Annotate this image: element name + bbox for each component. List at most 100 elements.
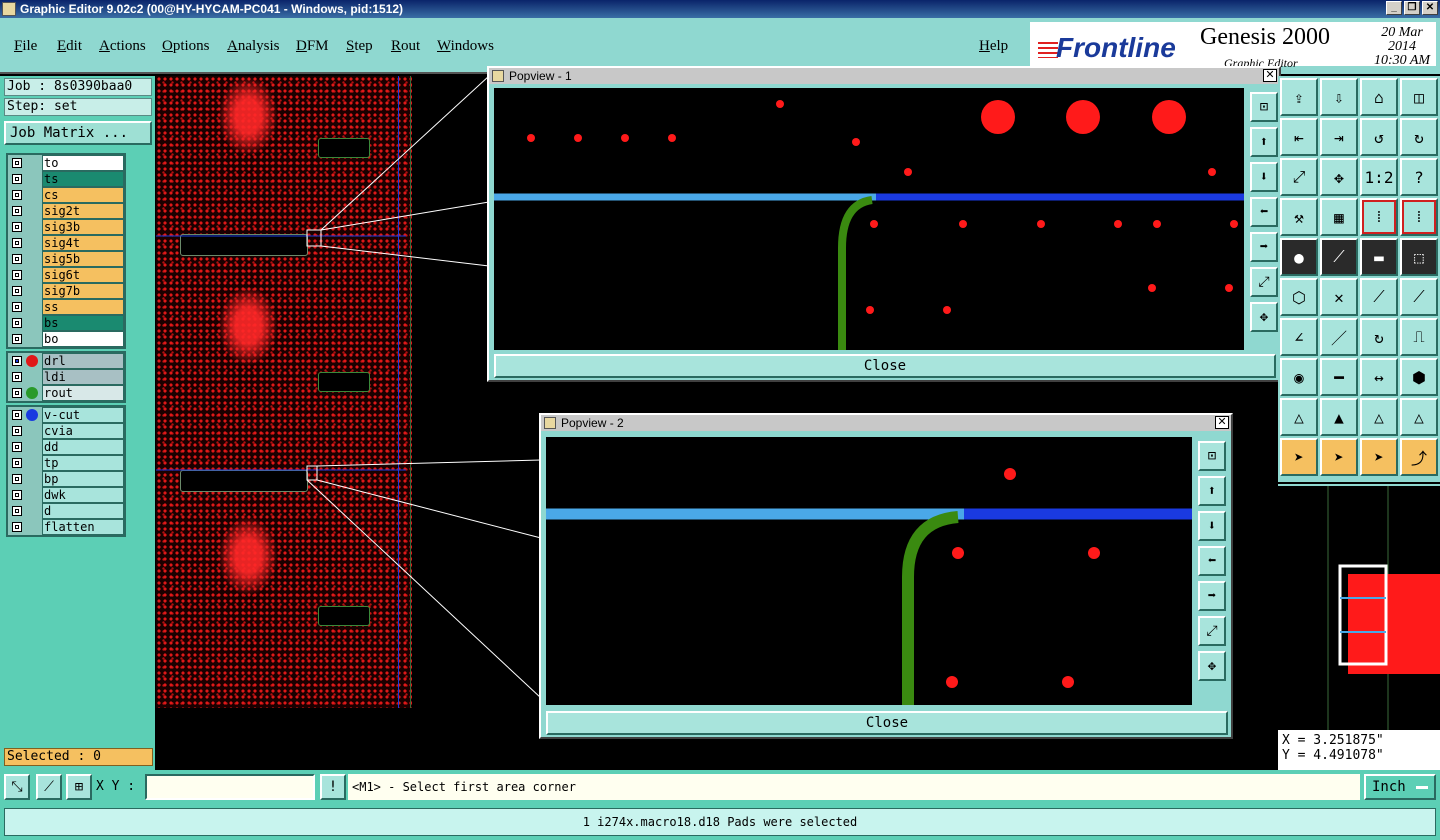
layer-row-rout[interactable]: rout [8, 385, 124, 401]
popview-2-titlebar[interactable]: Popview - 2 ✕ [541, 415, 1231, 431]
layer-name[interactable]: ldi [42, 369, 124, 385]
layer-checkbox[interactable] [12, 222, 22, 232]
unit-selector[interactable]: Inch [1364, 774, 1436, 800]
layer-checkbox[interactable] [12, 426, 22, 436]
layer-name[interactable]: dd [42, 439, 124, 455]
layer-row-cvia[interactable]: cvia [8, 423, 124, 439]
split-view-icon[interactable]: ◫ [1400, 78, 1438, 116]
pan-up-icon[interactable]: ⬆ [1250, 127, 1278, 157]
layer-checkbox[interactable] [12, 356, 22, 366]
layer-name[interactable]: sig4t [42, 235, 124, 251]
triangle-fill-icon[interactable]: ▲ [1320, 398, 1358, 436]
layer-name[interactable]: cvia [42, 423, 124, 439]
net-select-icon[interactable]: ⁞ [1400, 198, 1438, 236]
arc-icon[interactable]: ↻ [1360, 318, 1398, 356]
line-icon[interactable]: ／ [1320, 318, 1358, 356]
popview-1-window[interactable]: Popview - 1 ✕ ⊡ ⬆ ⬇ ⬅ ➡ ⤢ ✥ Close [487, 66, 1281, 382]
layer-name[interactable]: sig3b [42, 219, 124, 235]
layer-row-ss[interactable]: ss [8, 299, 124, 315]
zoom-out-icon[interactable]: ⤢ [1198, 616, 1226, 646]
layer-row-dwk[interactable]: dwk [8, 487, 124, 503]
layer-name[interactable]: sig7b [42, 283, 124, 299]
layer-row-cs[interactable]: cs [8, 187, 124, 203]
triangle-cut-icon[interactable]: △ [1400, 398, 1438, 436]
layer-checkbox[interactable] [12, 238, 22, 248]
layer-checkbox[interactable] [12, 522, 22, 532]
add-via-icon[interactable]: ⟋ [1400, 278, 1438, 316]
menu-dfm[interactable]: DFM [296, 38, 329, 55]
layer-name[interactable]: bp [42, 471, 124, 487]
layer-name[interactable]: tp [42, 455, 124, 471]
layer-checkbox[interactable] [12, 206, 22, 216]
layer-row-bs[interactable]: bs [8, 315, 124, 331]
maximize-button[interactable]: ❐ [1404, 1, 1420, 15]
pointer-box-icon[interactable]: ➤ [1320, 438, 1358, 476]
menu-options[interactable]: Options [162, 38, 210, 55]
layer-checkbox[interactable] [12, 174, 22, 184]
zoom-in-icon[interactable]: ✥ [1250, 302, 1278, 332]
overview-map[interactable] [1278, 484, 1440, 730]
path-select-icon[interactable]: ⤴ [1400, 438, 1438, 476]
layer-name[interactable]: d [42, 503, 124, 519]
layer-checkbox[interactable] [12, 372, 22, 382]
minimize-button[interactable]: _ [1386, 1, 1402, 15]
zoom-window-icon[interactable]: ⊡ [1250, 92, 1278, 122]
snap-grid-icon[interactable]: ⊞ [66, 774, 92, 800]
layer-checkbox[interactable] [12, 158, 22, 168]
window-title-bar[interactable]: Graphic Editor 9.02c2 (00@HY-HYCAM-PC041… [0, 0, 1440, 18]
layer-row-sig2t[interactable]: sig2t [8, 203, 124, 219]
pan-left-icon[interactable]: ⬅ [1198, 546, 1226, 576]
area-select-icon[interactable]: ⬚ [1400, 238, 1438, 276]
pad-select-icon[interactable]: ● [1280, 238, 1318, 276]
layer-row-ldi[interactable]: ldi [8, 369, 124, 385]
layer-checkbox[interactable] [12, 506, 22, 516]
zoom-fit-icon[interactable]: ⤢ [1280, 158, 1318, 196]
triangle-icon[interactable]: △ [1280, 398, 1318, 436]
layer-name[interactable]: bs [42, 315, 124, 331]
add-pad-icon[interactable]: ⟋ [1360, 278, 1398, 316]
route-icon[interactable]: ⎍ [1400, 318, 1438, 356]
close-button[interactable]: ✕ [1422, 1, 1438, 15]
layer-color-dot-icon[interactable] [26, 355, 38, 367]
layer-checkbox[interactable] [12, 474, 22, 484]
popview-1-screen[interactable] [494, 88, 1244, 350]
menu-help[interactable]: Help [979, 38, 1008, 55]
layer-checkbox[interactable] [12, 302, 22, 312]
layer-name[interactable]: sig5b [42, 251, 124, 267]
cross-icon[interactable]: ✕ [1320, 278, 1358, 316]
layer-name[interactable]: rout [42, 385, 124, 401]
layer-name[interactable]: to [42, 155, 124, 171]
triangle-split-icon[interactable]: △ [1360, 398, 1398, 436]
layer-name[interactable]: sig6t [42, 267, 124, 283]
alert-icon[interactable]: ! [320, 774, 346, 800]
zoom-in-icon[interactable]: ✥ [1198, 651, 1226, 681]
layer-checkbox[interactable] [12, 190, 22, 200]
layer-row-to[interactable]: to [8, 155, 124, 171]
zoom-window-icon[interactable]: ⊡ [1198, 441, 1226, 471]
layer-name[interactable]: flatten [42, 519, 124, 535]
angle-icon[interactable]: ∠ [1280, 318, 1318, 356]
connect-icon[interactable]: ⬡ [1280, 278, 1318, 316]
open-icon[interactable]: ⇪ [1280, 78, 1318, 116]
menu-analysis[interactable]: Analysis [227, 38, 280, 55]
net-icon[interactable]: ⁞ [1360, 198, 1398, 236]
layer-name[interactable]: dwk [42, 487, 124, 503]
layer-name[interactable]: sig2t [42, 203, 124, 219]
layer-checkbox[interactable] [12, 442, 22, 452]
pan-down-icon[interactable]: ⬇ [1250, 162, 1278, 192]
layer-row-sig7b[interactable]: sig7b [8, 283, 124, 299]
undo-icon[interactable]: ↺ [1360, 118, 1398, 156]
layer-name[interactable]: ss [42, 299, 124, 315]
pointer-icon[interactable]: ➤ [1280, 438, 1318, 476]
layer-checkbox[interactable] [12, 286, 22, 296]
pointer-select-icon[interactable]: ➤ [1360, 438, 1398, 476]
layer-row-drl[interactable]: drl [8, 353, 124, 369]
home-icon[interactable]: ⌂ [1360, 78, 1398, 116]
popview-2-close-icon[interactable]: ✕ [1215, 416, 1229, 429]
save-icon[interactable]: ⇩ [1320, 78, 1358, 116]
zoom-out-icon[interactable]: ⤢ [1250, 267, 1278, 297]
layer-name[interactable]: bo [42, 331, 124, 347]
pan-right-icon[interactable]: ➡ [1250, 232, 1278, 262]
pan-right-icon[interactable]: ➡ [1198, 581, 1226, 611]
dimension-icon[interactable]: ↔ [1360, 358, 1398, 396]
